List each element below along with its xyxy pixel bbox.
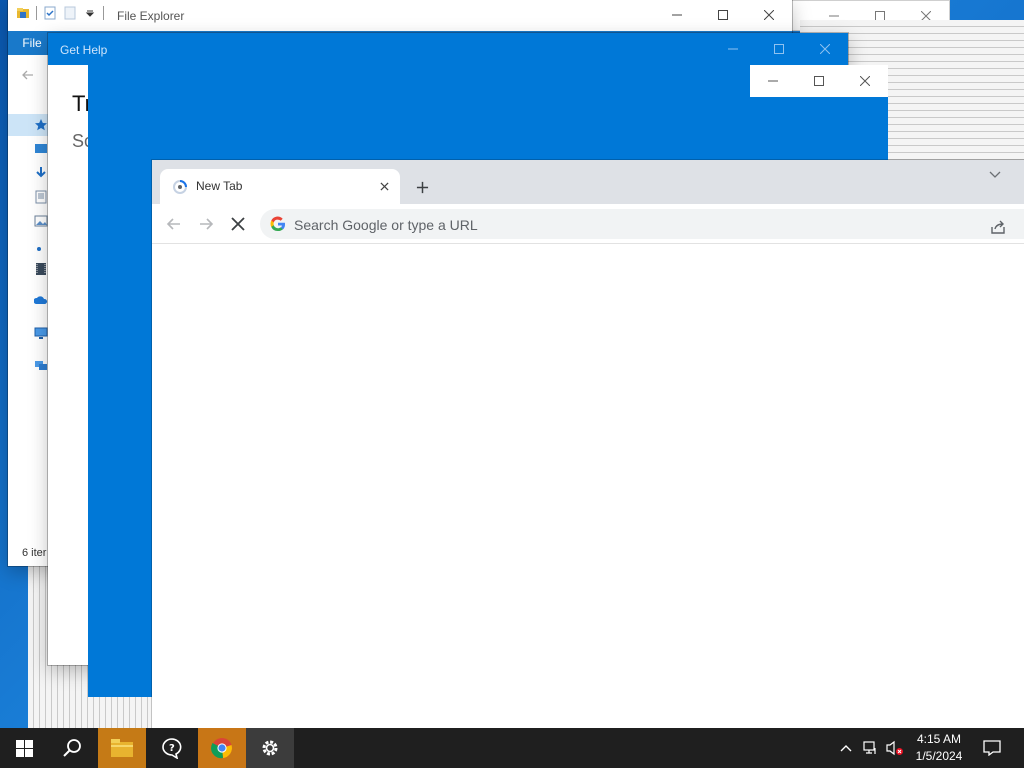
windows-logo-icon — [15, 739, 33, 757]
clock-date: 1/5/2024 — [915, 749, 963, 763]
tab-title: New Tab — [196, 179, 243, 193]
page-content — [152, 245, 1024, 728]
file-explorer-titlebar[interactable]: File Explorer — [8, 0, 792, 31]
network-icon[interactable] — [34, 358, 48, 372]
toolbar-separator — [103, 6, 104, 20]
onedrive-cloud-icon[interactable] — [34, 294, 48, 308]
chrome-icon — [211, 738, 232, 759]
new-folder-icon[interactable] — [63, 6, 77, 20]
svg-text:?: ? — [169, 743, 175, 754]
taskbar-settings[interactable] — [246, 728, 294, 768]
search-icon — [63, 739, 81, 757]
forward-arrow-icon[interactable] — [194, 212, 218, 236]
taskbar-chrome[interactable] — [198, 728, 246, 768]
file-explorer-caption-buttons — [654, 0, 792, 30]
close-button[interactable] — [842, 65, 888, 97]
volume-muted-icon — [886, 740, 903, 756]
get-help-caption-buttons — [710, 33, 848, 63]
documents-icon[interactable] — [34, 190, 48, 204]
back-arrow-icon[interactable] — [162, 212, 186, 236]
chrome-window: New Tab Search Google or type a URL — [152, 160, 1024, 728]
quick-access-toolbar — [16, 6, 104, 20]
clock-time: 4:15 AM — [916, 732, 962, 746]
chevron-up-icon — [840, 745, 852, 752]
tab-close-icon[interactable] — [376, 178, 392, 194]
gear-icon — [262, 740, 278, 756]
volume-button[interactable] — [884, 728, 906, 768]
action-center-button[interactable] — [978, 728, 1006, 768]
splash-caption-buttons — [750, 65, 888, 97]
minimize-button[interactable] — [654, 0, 700, 30]
toolbar-separator — [36, 6, 37, 20]
get-help-icon: ? — [162, 738, 182, 759]
tab-strip: New Tab — [152, 160, 1024, 204]
status-bar-text: 6 iter — [22, 547, 47, 559]
system-clock[interactable]: 4:15 AM 1/5/2024 — [908, 731, 970, 765]
close-button[interactable] — [802, 33, 848, 65]
window-title: Get Help — [60, 43, 108, 57]
navigation-pane — [8, 95, 48, 535]
omnibox[interactable]: Search Google or type a URL — [260, 209, 1024, 239]
loading-spinner-icon — [173, 180, 187, 194]
taskbar-get-help[interactable]: ? — [148, 728, 196, 768]
network-icon — [863, 741, 876, 754]
minimize-button[interactable] — [710, 33, 756, 65]
quick-access-star-icon[interactable] — [34, 118, 48, 132]
stop-loading-icon[interactable] — [226, 212, 250, 236]
maximize-button[interactable] — [700, 0, 746, 30]
get-help-titlebar[interactable]: Get Help — [48, 33, 848, 65]
desktop: File Explorer File 6 iter Get Help Tr Sc… — [0, 0, 1024, 728]
taskbar: ? 4:15 AM 1/5/2024 — [0, 728, 1024, 768]
maximize-button[interactable] — [756, 33, 802, 65]
share-icon[interactable] — [988, 217, 1008, 237]
omnibox-placeholder: Search Google or type a URL — [294, 217, 478, 233]
back-arrow-icon[interactable] — [16, 63, 40, 87]
desktop-folder-icon[interactable] — [34, 142, 48, 156]
new-tab-plus-icon[interactable] — [410, 175, 434, 199]
tab-search-chevron-down-icon[interactable] — [986, 166, 1004, 184]
start-button[interactable] — [0, 728, 48, 768]
network-status-button[interactable] — [860, 728, 882, 768]
music-icon[interactable] — [34, 238, 48, 252]
taskbar-file-explorer[interactable] — [98, 728, 146, 768]
downloads-icon[interactable] — [34, 166, 48, 180]
show-hidden-icons-button[interactable] — [836, 728, 856, 768]
videos-icon[interactable] — [34, 262, 48, 276]
search-button[interactable] — [48, 728, 96, 768]
tab-new-tab[interactable]: New Tab — [160, 169, 400, 204]
window-title: File Explorer — [117, 9, 185, 23]
properties-icon[interactable] — [43, 6, 57, 20]
folder-icon — [111, 739, 133, 757]
this-pc-icon[interactable] — [34, 326, 48, 340]
maximize-button[interactable] — [796, 65, 842, 97]
google-g-icon — [270, 216, 286, 232]
close-button[interactable] — [746, 0, 792, 30]
customize-toolbar-icon[interactable] — [83, 6, 97, 20]
file-explorer-app-icon — [17, 8, 29, 18]
notification-icon — [983, 740, 1001, 756]
browser-toolbar: Search Google or type a URL — [152, 204, 1024, 244]
pictures-icon[interactable] — [34, 214, 48, 228]
minimize-button[interactable] — [750, 65, 796, 97]
